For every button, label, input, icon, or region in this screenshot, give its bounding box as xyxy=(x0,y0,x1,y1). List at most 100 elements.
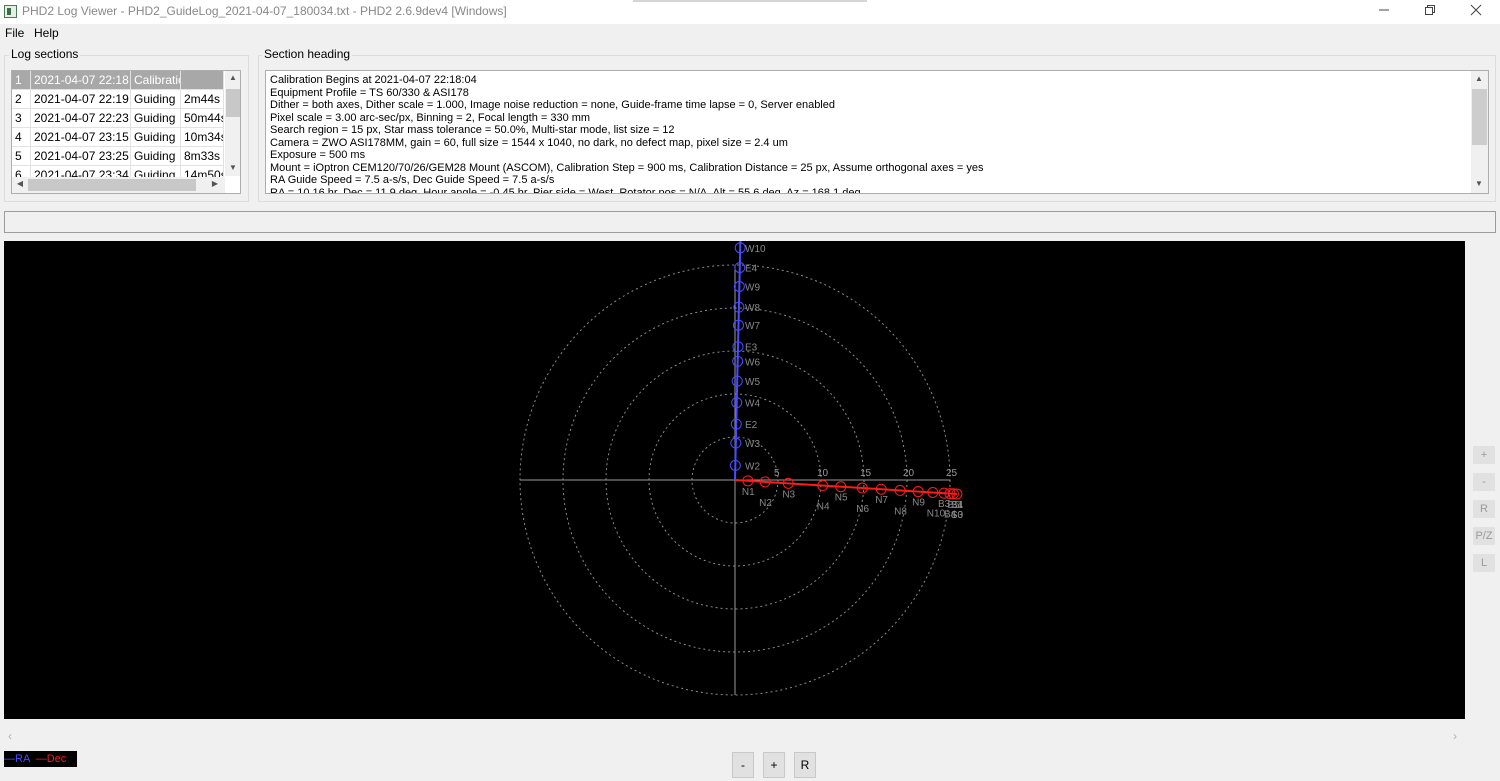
bottom-reset-button[interactable]: R xyxy=(794,752,816,778)
ra-point-label: E2 xyxy=(745,420,758,431)
dec-point-label: N2 xyxy=(759,498,772,509)
heading-line: Equipment Profile = TS 60/330 & ASI178 xyxy=(270,86,469,99)
heading-scroll-up-icon[interactable]: ▲ xyxy=(1471,74,1487,83)
horizontal-scrollbar[interactable]: ◀ ▶ xyxy=(12,177,225,193)
ra-point-label: E3 xyxy=(745,343,758,354)
menu-help[interactable]: Help xyxy=(34,26,59,40)
maximize-icon xyxy=(1425,5,1435,15)
log-sections-list: 12021-04-07 22:18Calibration22021-04-07 … xyxy=(11,70,241,194)
heading-vertical-scrollbar[interactable]: ▲ ▼ xyxy=(1471,71,1488,193)
dec-point-label: N6 xyxy=(856,504,869,515)
plot-legend: —RA —Dec xyxy=(4,751,77,767)
dec-point-label: N3 xyxy=(782,489,795,500)
chevron-right-icon[interactable]: › xyxy=(1453,729,1457,743)
calibration-plot-svg: 510152025W2W3E2W4W5W6E3W7W8W9E4W10W11E12… xyxy=(519,207,964,696)
heading-line: RA Guide Speed = 7.5 a-s/s, Dec Guide Sp… xyxy=(270,174,555,186)
ra-line xyxy=(734,213,742,481)
log-section-type: Guiding xyxy=(131,109,181,128)
zoom-in-button[interactable]: + xyxy=(1473,446,1495,464)
hscroll-thumb[interactable] xyxy=(28,179,196,191)
minimize-icon xyxy=(1379,9,1389,11)
log-section-row[interactable]: 3 2021-04-07 22:23 Guiding 50m44s xyxy=(12,109,224,128)
log-section-type: Guiding xyxy=(131,147,181,166)
log-section-row[interactable]: 2 2021-04-07 22:19 Guiding 2m44s xyxy=(12,90,224,109)
ring-label: 5 xyxy=(774,468,780,479)
log-section-date: 2021-04-07 22:18 xyxy=(31,71,131,90)
ring-label: 20 xyxy=(903,468,915,479)
dec-point-label: N5 xyxy=(835,493,848,504)
heading-scroll-down-icon[interactable]: ▼ xyxy=(1471,179,1487,188)
log-section-dur: 10m34s xyxy=(181,128,224,147)
heading-line: Search region = 15 px, Star mass toleran… xyxy=(270,124,675,136)
scroll-thumb[interactable] xyxy=(226,89,240,117)
log-section-date: 2021-04-07 22:19 xyxy=(31,90,131,109)
legend-dec: —Dec xyxy=(35,753,67,765)
scroll-left-icon[interactable]: ◀ xyxy=(12,179,28,188)
dec-point-label: N1 xyxy=(742,487,755,498)
heading-line: Exposure = 500 ms xyxy=(270,149,366,161)
window-title: PHD2 Log Viewer - PHD2_GuideLog_2021-04-… xyxy=(22,4,507,18)
maximize-button[interactable] xyxy=(1407,0,1453,24)
ring-label: 15 xyxy=(860,468,872,479)
log-sections-title: Log sections xyxy=(9,47,81,61)
dec-point-label: S3 xyxy=(951,510,964,521)
heading-line: Dither = both axes, Dither scale = 1.000… xyxy=(270,99,835,111)
log-section-dur: 50m44s xyxy=(181,109,224,128)
zoom-out-button[interactable]: - xyxy=(1473,473,1495,491)
ra-point-label: W4 xyxy=(745,399,760,410)
heading-scroll-thumb[interactable] xyxy=(1472,89,1487,145)
calibration-plot[interactable]: 510152025W2W3E2W4W5W6E3W7W8W9E4W10W11E12… xyxy=(4,207,1465,719)
section-heading-title: Section heading xyxy=(262,47,353,61)
log-section-date: 2021-04-07 22:23 xyxy=(31,109,131,128)
heading-line: Calibration Begins at 2021-04-07 22:18:0… xyxy=(270,74,477,86)
menu-file[interactable]: File xyxy=(5,26,24,40)
log-section-row[interactable]: 5 2021-04-07 23:25 Guiding 8m33s xyxy=(12,147,224,166)
chevron-left-icon[interactable]: ‹ xyxy=(8,729,12,743)
menu-bar: File Help xyxy=(0,24,1500,42)
dec-point-label: N8 xyxy=(894,506,907,517)
minimize-button[interactable] xyxy=(1361,0,1407,24)
log-section-num: 2 xyxy=(12,90,31,109)
ra-point-label: E4 xyxy=(745,264,758,275)
close-button[interactable] xyxy=(1453,0,1499,24)
ra-point-label: W2 xyxy=(745,461,760,472)
progress-bar xyxy=(4,211,1496,233)
scroll-right-icon[interactable]: ▶ xyxy=(207,179,223,188)
scroll-up-icon[interactable]: ▲ xyxy=(225,73,240,82)
heading-line: Pixel scale = 3.00 arc-sec/px, Binning =… xyxy=(270,111,591,124)
reset-button[interactable]: R xyxy=(1473,500,1495,518)
pan-zoom-button[interactable]: P/Z xyxy=(1473,527,1495,545)
log-section-num: 4 xyxy=(12,128,31,147)
ra-point-label: W5 xyxy=(745,377,760,388)
log-section-date: 2021-04-07 23:25 xyxy=(31,147,131,166)
log-section-row[interactable]: 4 2021-04-07 23:15 Guiding 10m34s xyxy=(12,128,224,147)
close-icon xyxy=(1470,4,1482,16)
heading-line: Camera = ZWO ASI178MM, gain = 60, full s… xyxy=(270,136,788,149)
ring-label: 25 xyxy=(946,468,958,479)
log-section-row[interactable]: 12021-04-07 22:18Calibration xyxy=(12,71,224,90)
vertical-scrollbar[interactable]: ▲ ▼ xyxy=(225,71,240,176)
log-section-dur xyxy=(181,71,224,90)
log-section-dur: 2m44s xyxy=(181,90,224,109)
log-section-num: 3 xyxy=(12,109,31,128)
dec-point-label: N4 xyxy=(817,502,830,513)
title-highlight xyxy=(633,0,867,2)
log-section-num: 1 xyxy=(12,71,31,90)
log-section-num: 5 xyxy=(12,147,31,166)
ra-point-label: W8 xyxy=(745,303,760,314)
dec-point-label: N9 xyxy=(912,498,925,509)
ra-point-label: W9 xyxy=(745,283,760,294)
bottom-zoom-in-button[interactable]: + xyxy=(763,752,785,778)
log-section-type: Guiding xyxy=(131,128,181,147)
log-section-date: 2021-04-07 23:15 xyxy=(31,128,131,147)
app-icon xyxy=(4,5,17,18)
dec-point-label: S4 xyxy=(951,500,964,511)
scroll-down-icon[interactable]: ▼ xyxy=(225,163,240,172)
bottom-zoom-out-button[interactable]: - xyxy=(732,752,754,778)
heading-line: Mount = iOptron CEM120/70/26/GEM28 Mount… xyxy=(270,161,984,174)
heading-line: RA = 10.16 hr, Dec = 11.9 deg, Hour angl… xyxy=(270,186,861,194)
ra-point-label: W10 xyxy=(745,244,766,255)
lock-button[interactable]: L xyxy=(1473,554,1495,572)
legend-ra: —RA xyxy=(4,753,30,765)
log-section-dur: 8m33s xyxy=(181,147,224,166)
